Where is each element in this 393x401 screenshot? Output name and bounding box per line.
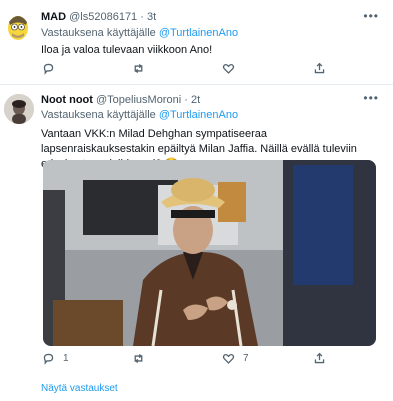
tweet-header: MAD @ls52086171 · 3t [41,11,156,23]
retweet-icon [134,353,143,363]
replying-prefix: Vastauksena käyttäjälle [41,27,156,39]
like-button[interactable]: 7 [222,350,249,366]
retweet-icon [134,63,143,73]
tweet-text: Iloa ja valoa tulevaan viikkoon Ano! [41,44,213,56]
share-button[interactable] [313,350,326,366]
heart-icon [222,353,235,364]
replying-to: Vastauksena käyttäjälle @TurtlainenAno [41,109,238,121]
timestamp[interactable]: 3t [147,11,156,23]
tweet-photo[interactable] [43,160,376,346]
user-handle[interactable]: @ls52086171 [69,11,137,23]
photo-image [43,160,376,346]
user-handle[interactable]: @TopeliusMoroni [96,94,181,106]
separator: · [140,11,144,23]
separator: · [184,94,188,106]
reply-count: 1 [63,352,69,364]
heart-icon [222,63,235,74]
tweet[interactable]: MAD @ls52086171 · 3t ••• Vastauksena käy… [0,0,393,85]
reply-icon [43,353,54,365]
reply-button[interactable] [42,60,63,76]
display-name[interactable]: MAD [41,11,66,23]
avatar[interactable] [6,12,30,42]
share-button[interactable] [313,60,326,76]
reply-button[interactable]: 1 [42,350,69,366]
more-options-icon[interactable]: ••• [363,91,379,105]
tweet-header: Noot noot @TopeliusMoroni · 2t [41,94,200,106]
tweet-actions [36,60,336,76]
share-icon [314,62,325,73]
retweet-button[interactable] [132,350,145,366]
mention-link[interactable]: @TurtlainenAno [159,109,238,121]
avatar-photo-icon [4,94,34,124]
replying-to: Vastauksena käyttäjälle @TurtlainenAno [41,27,238,39]
avatar-cartoon-icon [8,16,28,40]
avatar[interactable] [4,94,34,124]
tweet-actions: 1 7 [36,350,336,366]
replying-prefix: Vastauksena käyttäjälle [41,109,156,121]
share-icon [314,352,325,363]
retweet-button[interactable] [132,60,145,76]
like-count: 7 [243,352,249,364]
more-options-icon[interactable]: ••• [363,9,379,23]
timestamp[interactable]: 2t [191,94,200,106]
display-name[interactable]: Noot noot [41,94,93,106]
mention-link[interactable]: @TurtlainenAno [159,27,238,39]
reply-icon [43,63,54,75]
show-replies-link[interactable]: Näytä vastaukset [41,383,118,394]
like-button[interactable] [222,60,235,76]
